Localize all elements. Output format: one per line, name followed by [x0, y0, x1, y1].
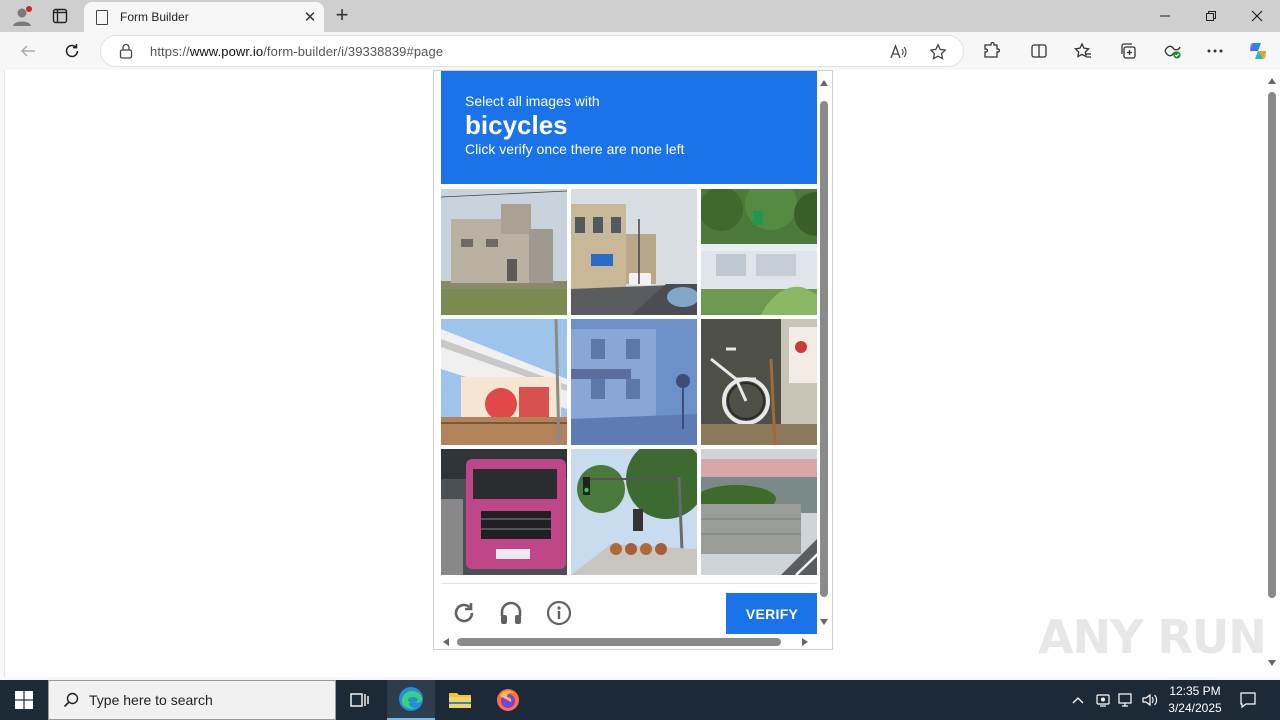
captcha-tile-4[interactable]: [441, 319, 567, 445]
clock-date: 3/24/2025: [1168, 701, 1222, 715]
captcha-hscroll-thumb[interactable]: [457, 638, 781, 646]
edge-taskbar-icon[interactable]: [387, 680, 435, 720]
search-placeholder: Type here to search: [89, 692, 213, 708]
network-icon[interactable]: [1116, 680, 1136, 720]
captcha-header: Select all images with bicycles Click ve…: [441, 71, 818, 184]
restore-icon[interactable]: [1188, 0, 1234, 32]
active-tab[interactable]: Form Builder ✕: [84, 2, 324, 32]
captcha-target: bicycles: [465, 110, 568, 140]
captcha-horizontal-scrollbar[interactable]: [434, 634, 819, 649]
scroll-down-arrow-icon[interactable]: [1268, 660, 1276, 666]
meet-now-icon[interactable]: [1093, 680, 1113, 720]
captcha-tile-3[interactable]: [701, 189, 827, 315]
reload-challenge-icon[interactable]: [449, 598, 479, 628]
url-text: https://www.powr.io/form-builder/i/39338…: [150, 43, 444, 59]
captcha-scroll-left-icon[interactable]: [443, 638, 449, 646]
clock-time: 12:35 PM: [1169, 684, 1221, 698]
captcha-tile-6[interactable]: [701, 319, 827, 445]
refresh-icon[interactable]: [59, 38, 85, 64]
more-menu-icon[interactable]: [1204, 40, 1226, 62]
copilot-icon[interactable]: [1246, 39, 1270, 63]
captcha-image-grid: [441, 189, 827, 577]
verify-button[interactable]: VERIFY: [726, 593, 818, 635]
captcha-hint: Click verify once there are none left: [465, 141, 685, 157]
firefox-icon[interactable]: [484, 680, 532, 720]
favorites-icon[interactable]: [1072, 40, 1094, 62]
anyrun-watermark: ANY RUN: [1038, 610, 1267, 664]
lock-icon[interactable]: [119, 43, 133, 59]
tab-actions-icon[interactable]: [48, 4, 72, 28]
close-tab-icon[interactable]: ✕: [296, 8, 324, 26]
favorite-star-icon[interactable]: [927, 41, 949, 63]
captcha-tile-1[interactable]: [441, 189, 567, 315]
search-icon: [63, 692, 79, 708]
captcha-scroll-right-icon[interactable]: [802, 638, 808, 646]
address-bar[interactable]: https://www.powr.io/form-builder/i/39338…: [100, 35, 964, 67]
minimize-icon[interactable]: [1142, 0, 1188, 32]
close-window-icon[interactable]: [1234, 0, 1280, 32]
captcha-instruction: Select all images with: [465, 93, 600, 109]
browser-essentials-icon[interactable]: [1161, 40, 1183, 62]
captcha-tile-9[interactable]: [701, 449, 827, 575]
captcha-tile-2[interactable]: [571, 189, 697, 315]
windows-start-icon[interactable]: [0, 680, 48, 720]
captcha-footer: VERIFY: [441, 583, 818, 638]
tab-title: Form Builder: [120, 10, 189, 24]
captcha-tile-5[interactable]: [571, 319, 697, 445]
notifications-icon[interactable]: [1236, 680, 1260, 720]
new-tab-icon[interactable]: +: [330, 4, 354, 28]
volume-icon[interactable]: [1140, 680, 1160, 720]
task-view-icon[interactable]: [336, 680, 384, 720]
read-aloud-icon[interactable]: [887, 41, 909, 63]
page-vertical-scrollbar[interactable]: [1264, 70, 1280, 677]
captcha-vscroll-thumb[interactable]: [820, 101, 828, 597]
captcha-challenge: Select all images with bicycles Click ve…: [433, 70, 833, 650]
captcha-tile-8[interactable]: [571, 449, 697, 575]
browser-toolbar: https://www.powr.io/form-builder/i/39338…: [0, 32, 1280, 70]
split-screen-icon[interactable]: [1028, 40, 1050, 62]
collections-icon[interactable]: [1117, 40, 1139, 62]
page-scrollbar-thumb[interactable]: [1268, 92, 1276, 598]
captcha-scroll-down-icon[interactable]: [820, 619, 828, 625]
tab-bar: Form Builder ✕ +: [0, 0, 1280, 32]
scroll-up-arrow-icon[interactable]: [1268, 78, 1276, 84]
info-icon[interactable]: [544, 598, 574, 628]
tray-chevron-icon[interactable]: [1068, 680, 1088, 720]
extensions-icon[interactable]: [980, 40, 1002, 62]
file-explorer-icon[interactable]: [436, 680, 484, 720]
page-icon: [96, 9, 108, 25]
captcha-tile-7[interactable]: [441, 449, 567, 575]
profile-icon[interactable]: [10, 4, 34, 28]
back-icon[interactable]: [15, 38, 41, 64]
taskbar-search[interactable]: Type here to search: [48, 680, 336, 720]
windows-taskbar: Type here to search 12:35 PM 3/24/2025: [0, 680, 1280, 720]
captcha-scroll-up-icon[interactable]: [820, 80, 828, 86]
taskbar-clock[interactable]: 12:35 PM 3/24/2025: [1158, 683, 1232, 717]
captcha-vertical-scrollbar[interactable]: [817, 71, 832, 636]
audio-challenge-icon[interactable]: [496, 598, 526, 628]
